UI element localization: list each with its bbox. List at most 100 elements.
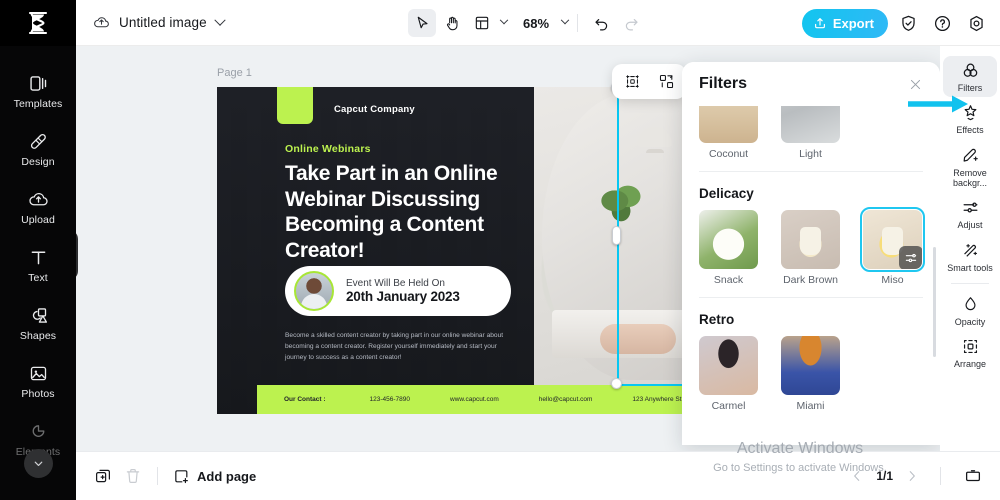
app-logo[interactable] xyxy=(0,0,76,46)
poster-company-name: Capcut Company xyxy=(334,104,415,115)
poster-footer-bar: Our Contact : 123-456-7890 www.capcut.co… xyxy=(257,385,691,414)
filters-scroll-area[interactable]: Coconut Light Delicacy Snack Dark Brown … xyxy=(682,106,940,445)
right-item-smart-tools[interactable]: Smart tools xyxy=(943,236,997,277)
add-page-icon xyxy=(175,469,188,483)
right-item-filters[interactable]: Filters xyxy=(943,56,997,98)
sidebar-label: Shapes xyxy=(19,330,57,342)
sidebar-label: Upload xyxy=(21,214,55,226)
bottom-bar: Add page 1/1 xyxy=(76,451,1000,500)
filters-circles-icon xyxy=(963,63,977,77)
photo-hand xyxy=(600,324,676,354)
layout-panel-icon xyxy=(475,16,489,30)
add-page-button[interactable]: Add page xyxy=(167,468,262,485)
sidebar-item-photos[interactable]: Photos xyxy=(4,354,72,409)
sidebar-item-shapes[interactable]: Shapes xyxy=(4,296,72,351)
replace-button[interactable] xyxy=(654,70,678,94)
layout-tool-button[interactable] xyxy=(468,9,496,37)
filter-thumbnail xyxy=(859,206,926,273)
poster-design[interactable]: Capcut Company Online Webinars Take Part… xyxy=(217,87,691,414)
section-divider xyxy=(699,171,923,172)
sidebar-item-design[interactable]: Design xyxy=(4,122,72,177)
settings-button[interactable] xyxy=(962,9,990,37)
filter-thumbnail xyxy=(699,336,758,395)
avatar xyxy=(294,271,334,311)
filter-thumbnail xyxy=(699,106,758,143)
filters-grid-delicacy: Snack Dark Brown Miso xyxy=(699,206,926,286)
right-item-label: Smart tools xyxy=(947,262,993,273)
bottom-divider xyxy=(157,467,158,485)
hand-tool-button[interactable] xyxy=(438,9,466,37)
filter-name: Carmel xyxy=(711,400,746,412)
right-item-arrange[interactable]: Arrange xyxy=(943,332,997,373)
redo-icon xyxy=(625,18,638,30)
filter-item-dark-brown[interactable]: Dark Brown xyxy=(781,210,840,286)
filter-name: Miami xyxy=(796,400,825,412)
adjust-sliders-icon xyxy=(963,202,977,213)
zoom-chevron-down-icon[interactable] xyxy=(560,15,570,25)
filter-item-miami[interactable]: Miami xyxy=(781,336,840,412)
selection-handle-left-mid[interactable] xyxy=(612,226,621,245)
duplicate-page-icon xyxy=(96,469,110,483)
chevron-down-icon[interactable] xyxy=(214,14,226,26)
opacity-droplet-icon xyxy=(964,297,976,311)
toolbar-divider xyxy=(577,14,579,32)
capcut-logo-icon xyxy=(28,11,48,34)
filter-item-light[interactable]: Light xyxy=(781,106,840,160)
selection-handle-bottom-left[interactable] xyxy=(611,378,622,389)
shield-check-button[interactable] xyxy=(894,9,922,37)
page-indicator: 1/1 xyxy=(876,469,893,483)
layout-chevron-down-icon[interactable] xyxy=(499,15,509,25)
question-mark-icon xyxy=(934,15,950,31)
redo-button[interactable] xyxy=(617,9,645,37)
right-item-opacity[interactable]: Opacity xyxy=(943,290,997,331)
filter-thumbnail xyxy=(699,210,758,269)
poster-kicker: Online Webinars xyxy=(285,143,371,155)
document-name-group[interactable]: Untitled image xyxy=(93,14,226,31)
filter-item-coconut[interactable]: Coconut xyxy=(699,106,758,160)
thumb-detail xyxy=(799,226,822,255)
poster-accent-tab xyxy=(277,87,313,124)
prev-page-button[interactable] xyxy=(846,465,868,487)
document-title: Untitled image xyxy=(119,15,207,30)
sidebar-collapse-button[interactable] xyxy=(24,449,53,478)
sidebar-label: Text xyxy=(28,272,48,284)
close-icon xyxy=(910,79,920,89)
filter-item-miso[interactable]: Miso xyxy=(859,206,926,286)
sidebar-label: Photos xyxy=(21,388,55,400)
filter-name: Light xyxy=(799,148,822,160)
chevron-left-icon xyxy=(854,471,860,481)
section-title-retro: Retro xyxy=(699,312,735,327)
present-button[interactable] xyxy=(958,461,988,491)
next-page-button[interactable] xyxy=(901,465,923,487)
close-panel-button[interactable] xyxy=(904,73,926,95)
right-item-remove-background[interactable]: Remove backgr... xyxy=(943,141,997,193)
delete-page-button[interactable] xyxy=(118,461,148,491)
sidebar-item-text[interactable]: Text xyxy=(4,238,72,293)
footer-email: hello@capcut.com xyxy=(538,396,593,403)
panel-scrollbar[interactable] xyxy=(933,247,936,357)
sidebar-item-templates[interactable]: Templates xyxy=(4,64,72,119)
text-icon xyxy=(31,251,45,265)
duplicate-page-button[interactable] xyxy=(88,461,118,491)
filters-panel: Filters Coconut Light Delicacy Snack Dar… xyxy=(682,62,940,445)
right-item-adjust[interactable]: Adjust xyxy=(943,193,997,234)
help-button[interactable] xyxy=(928,9,956,37)
export-button[interactable]: Export xyxy=(801,8,888,38)
crop-button[interactable] xyxy=(620,70,644,94)
filter-adjust-badge[interactable] xyxy=(899,246,922,269)
remove-background-icon xyxy=(963,148,978,162)
capcut-editor-window: Untitled image 68% Export Templates Desi… xyxy=(0,0,1000,500)
gear-icon xyxy=(969,15,983,31)
sidebar-item-upload[interactable]: Upload xyxy=(4,180,72,235)
undo-button[interactable] xyxy=(587,9,615,37)
filter-thumbnail xyxy=(781,210,840,269)
zoom-level-value: 68% xyxy=(523,15,550,31)
right-rail-divider xyxy=(951,283,989,285)
annotation-arrow xyxy=(908,95,968,113)
elements-icon xyxy=(32,425,44,437)
top-toolbar: Untitled image 68% Export xyxy=(0,0,1000,46)
select-tool-button[interactable] xyxy=(408,9,436,37)
right-item-label: Adjust xyxy=(957,220,983,231)
filter-item-snack[interactable]: Snack xyxy=(699,210,758,286)
filter-item-carmel[interactable]: Carmel xyxy=(699,336,758,412)
